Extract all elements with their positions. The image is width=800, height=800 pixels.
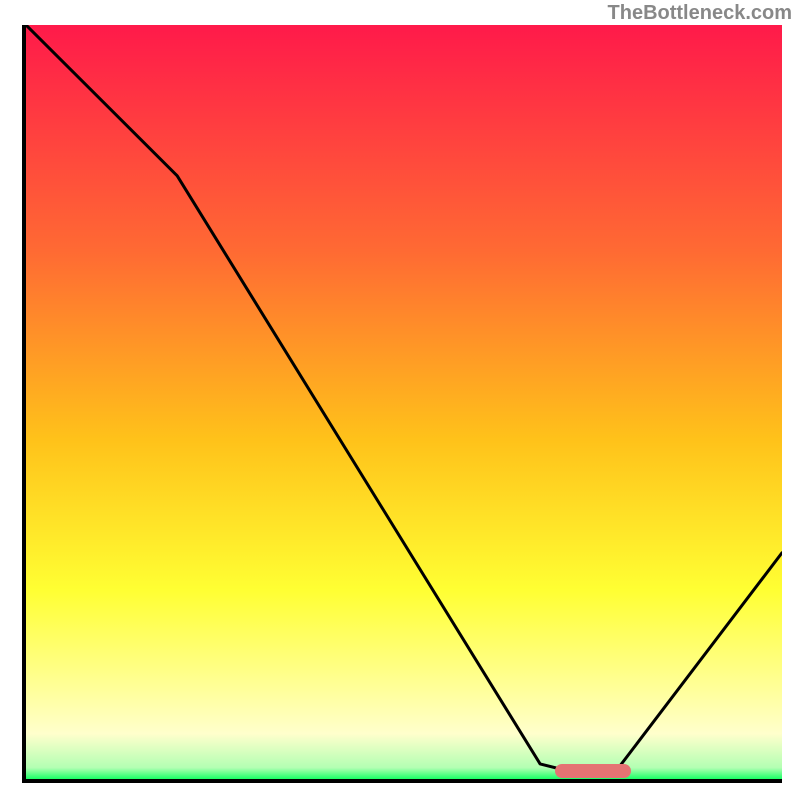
curve-layer <box>26 25 782 779</box>
optimal-marker <box>555 764 631 778</box>
watermark-text: TheBottleneck.com <box>608 2 792 25</box>
bottleneck-curve <box>26 25 782 772</box>
chart-container: TheBottleneck.com <box>0 0 800 800</box>
plot-area <box>22 25 782 783</box>
